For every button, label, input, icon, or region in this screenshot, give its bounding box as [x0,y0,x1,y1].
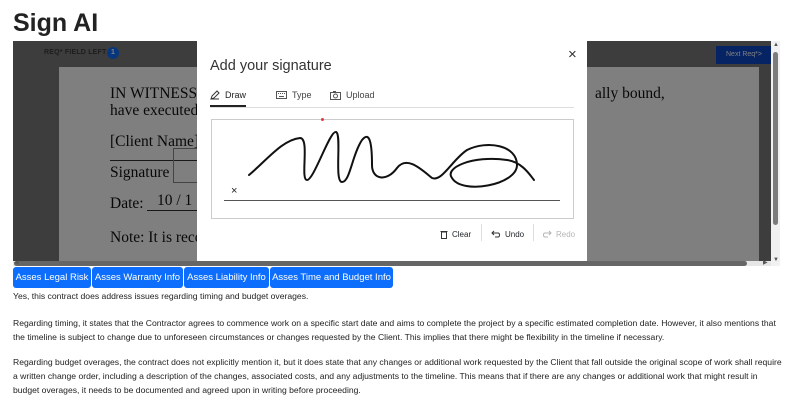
page-title: Sign AI [13,9,99,37]
scroll-down-arrow-icon[interactable]: ▼ [773,257,779,263]
redo-icon [543,230,552,238]
tab-type-label: Type [292,90,312,100]
response-paragraph: Regarding budget overages, the contract … [13,357,782,395]
horizontal-scrollbar-thumb[interactable] [14,261,747,266]
trash-icon [440,230,448,239]
signature-stroke [248,130,535,188]
clear-button[interactable]: Clear [440,227,471,241]
action-divider [533,224,534,241]
clear-label: Clear [452,229,472,239]
modal-title: Add your signature [210,58,332,74]
redo-label: Redo [556,229,576,239]
close-icon[interactable]: × [568,46,577,63]
assess-liability-info-button[interactable]: Asses Liability Info [184,267,269,288]
keyboard-icon [276,91,287,99]
scroll-right-arrow-icon[interactable]: ▶ [763,259,768,266]
signature-modal: Add your signature × Draw Type Upload × … [197,41,587,261]
response-paragraph: Yes, this contract does address issues r… [13,291,309,301]
tab-draw-label: Draw [225,90,247,100]
assess-legal-risk-button[interactable]: Asses Legal Risk [13,267,91,288]
undo-button[interactable]: Undo [491,227,524,241]
tab-upload[interactable]: Upload [330,85,375,105]
action-divider [481,224,482,241]
undo-icon [491,230,500,238]
assess-time-budget-button[interactable]: Asses Time and Budget Info [270,267,393,288]
pen-icon [210,90,220,100]
signature-pad[interactable]: × [211,118,574,219]
tab-draw[interactable]: Draw [210,85,247,107]
sign-here-x-icon: × [231,185,238,197]
undo-label: Undo [505,229,525,239]
redo-button[interactable]: Redo [542,227,575,241]
camera-icon [330,90,341,100]
signature-baseline [224,200,560,201]
assess-warranty-info-button[interactable]: Asses Warranty Info [92,267,183,288]
tab-type[interactable]: Type [276,85,312,105]
response-paragraph: Regarding timing, it states that the Con… [13,318,776,342]
vertical-scrollbar-thumb[interactable] [773,52,778,225]
signature-tabs: Draw Type Upload [210,85,574,108]
scroll-left-arrow-icon[interactable]: ◀ [14,259,19,266]
tab-upload-label: Upload [346,90,375,100]
scroll-up-arrow-icon[interactable]: ▲ [773,42,779,48]
